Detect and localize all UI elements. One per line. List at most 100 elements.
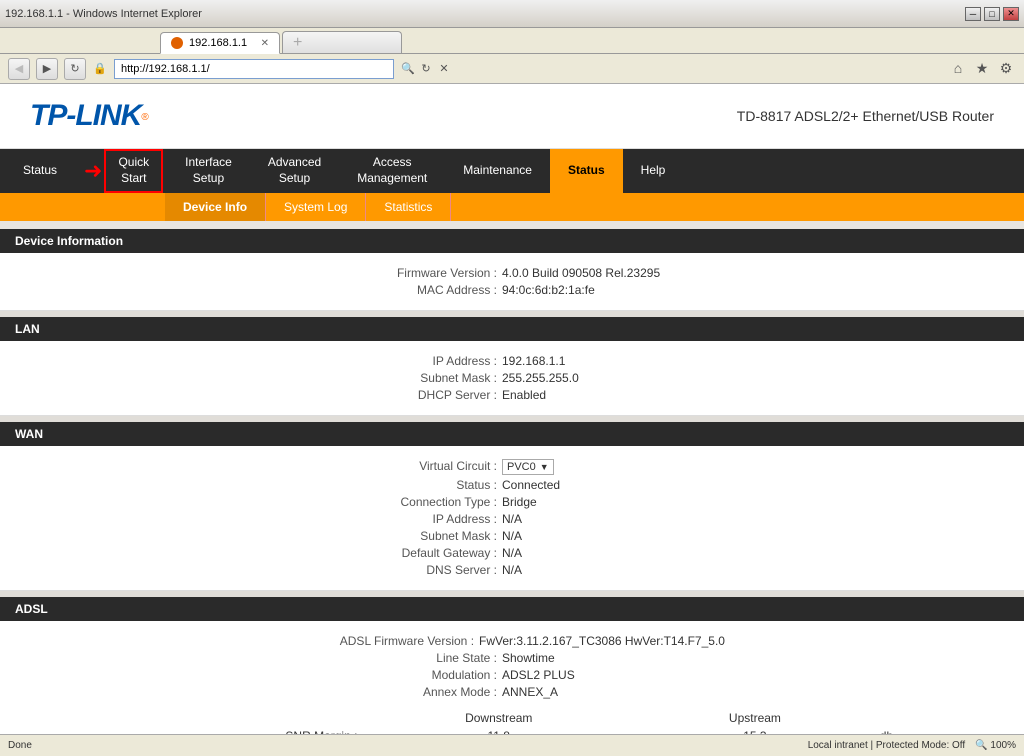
wan-subnet-label: Subnet Mask : bbox=[322, 529, 502, 543]
refresh-button[interactable]: ↻ bbox=[64, 58, 86, 80]
lan-subnet-label: Subnet Mask : bbox=[322, 371, 502, 385]
content-wrapper: Device Information Firmware Version : 4.… bbox=[0, 221, 1024, 734]
wan-conntype-label: Connection Type : bbox=[322, 495, 502, 509]
new-tab-label: + bbox=[293, 34, 302, 52]
snr-label: SNR Margin : bbox=[20, 727, 362, 734]
wan-vc-value: PVC0 ▼ bbox=[502, 459, 702, 475]
sub-nav-system-log[interactable]: System Log bbox=[266, 193, 366, 221]
nav-interface-setup[interactable]: InterfaceSetup bbox=[167, 149, 250, 193]
status-text: Done bbox=[8, 740, 32, 751]
page-content: TP-LINK® TD-8817 ADSL2/2+ Ethernet/USB R… bbox=[0, 84, 1024, 734]
device-info-header: Device Information bbox=[0, 229, 1024, 253]
nav-access-management[interactable]: AccessManagement bbox=[339, 149, 445, 193]
mac-row: MAC Address : 94:0c:6d:b2:1a:fe bbox=[20, 283, 1004, 297]
refresh-icon[interactable]: ↻ bbox=[418, 62, 434, 75]
favorites-icon[interactable]: ★ bbox=[972, 60, 992, 77]
lan-dhcp-value: Enabled bbox=[502, 388, 702, 402]
nav-advanced-setup[interactable]: AdvancedSetup bbox=[250, 149, 339, 193]
nav-status-active[interactable]: Status bbox=[550, 149, 623, 193]
logo-text: TP-LINK bbox=[30, 99, 141, 132]
adsl-header: ADSL bbox=[0, 597, 1024, 621]
zoom-text: 🔍 100% bbox=[975, 740, 1016, 751]
adsl-linestate-value: Showtime bbox=[502, 651, 702, 665]
tab-bar: 192.168.1.1 ✕ + bbox=[0, 28, 1024, 54]
wan-ip-label: IP Address : bbox=[322, 512, 502, 526]
back-button[interactable]: ◀ bbox=[8, 58, 30, 80]
tab-label: 192.168.1.1 bbox=[189, 37, 247, 49]
device-info-body: Firmware Version : 4.0.0 Build 090508 Re… bbox=[0, 253, 1024, 311]
adsl-stats-table: Downstream Upstream SNR Margin : 11.8 15… bbox=[20, 709, 1004, 734]
pvc-dropdown[interactable]: PVC0 ▼ bbox=[502, 459, 554, 475]
lan-dhcp-label: DHCP Server : bbox=[322, 388, 502, 402]
wan-status-row: Status : Connected bbox=[20, 478, 1004, 492]
adsl-firmware-row: ADSL Firmware Version : FwVer:3.11.2.167… bbox=[20, 634, 1004, 648]
adsl-modulation-value: ADSL2 PLUS bbox=[502, 668, 702, 682]
adsl-annex-label: Annex Mode : bbox=[322, 685, 502, 699]
forward-button[interactable]: ▶ bbox=[36, 58, 58, 80]
nav-bar: Status ➜ QuickStart InterfaceSetup Advan… bbox=[0, 149, 1024, 193]
wan-conntype-row: Connection Type : Bridge bbox=[20, 495, 1004, 509]
browser-tab-new[interactable]: + bbox=[282, 31, 402, 53]
window-controls: ─ □ ✕ bbox=[965, 7, 1019, 21]
wan-status-value: Connected bbox=[502, 478, 702, 492]
snr-downstream: 11.8 bbox=[362, 727, 635, 734]
wan-dns-row: DNS Server : N/A bbox=[20, 563, 1004, 577]
device-title: TD-8817 ADSL2/2+ Ethernet/USB Router bbox=[737, 108, 994, 124]
address-input[interactable] bbox=[114, 59, 394, 79]
wan-body: Virtual Circuit : PVC0 ▼ Status : Connec… bbox=[0, 446, 1024, 591]
toolbar-right: ⌂ ★ ⚙ bbox=[948, 60, 1016, 77]
wan-status-label: Status : bbox=[322, 478, 502, 492]
browser-status-bar: Done Local intranet | Protected Mode: Of… bbox=[0, 734, 1024, 756]
adsl-linestate-label: Line State : bbox=[322, 651, 502, 665]
address-bar: ◀ ▶ ↻ 🔒 🔍 ↻ ✕ ⌂ ★ ⚙ bbox=[0, 54, 1024, 84]
table-header-upstream: Upstream bbox=[635, 709, 875, 727]
tools-icon[interactable]: ⚙ bbox=[996, 60, 1016, 77]
firmware-value: 4.0.0 Build 090508 Rel.23295 bbox=[502, 266, 702, 280]
nav-maintenance[interactable]: Maintenance bbox=[445, 149, 550, 193]
mac-label: MAC Address : bbox=[322, 283, 502, 297]
wan-vc-label: Virtual Circuit : bbox=[322, 459, 502, 475]
snr-unit: db bbox=[875, 727, 1004, 734]
stop-icon[interactable]: ✕ bbox=[436, 62, 452, 75]
quick-start-button[interactable]: QuickStart bbox=[104, 149, 163, 192]
search-icon[interactable]: 🔍 bbox=[400, 62, 416, 75]
adsl-annex-row: Annex Mode : ANNEX_A bbox=[20, 685, 1004, 699]
adsl-section: ADSL ADSL Firmware Version : FwVer:3.11.… bbox=[0, 597, 1024, 734]
wan-ip-value: N/A bbox=[502, 512, 702, 526]
close-button[interactable]: ✕ bbox=[1003, 7, 1019, 21]
tab-favicon bbox=[171, 37, 183, 49]
adsl-firmware-value: FwVer:3.11.2.167_TC3086 HwVer:T14.F7_5.0 bbox=[479, 634, 725, 648]
sub-nav-statistics[interactable]: Statistics bbox=[366, 193, 451, 221]
mac-value: 94:0c:6d:b2:1a:fe bbox=[502, 283, 702, 297]
tab-close-button[interactable]: ✕ bbox=[261, 38, 269, 49]
sub-nav: Device Info System Log Statistics bbox=[0, 193, 1024, 221]
nav-help[interactable]: Help bbox=[623, 149, 684, 193]
wan-subnet-row: Subnet Mask : N/A bbox=[20, 529, 1004, 543]
window-title: 192.168.1.1 - Windows Internet Explorer bbox=[5, 8, 202, 20]
lan-subnet-value: 255.255.255.0 bbox=[502, 371, 702, 385]
lan-dhcp-row: DHCP Server : Enabled bbox=[20, 388, 1004, 402]
nav-status-left[interactable]: Status bbox=[0, 149, 80, 193]
nav-icons: 🔍 ↻ ✕ bbox=[400, 62, 452, 75]
wan-vc-row: Virtual Circuit : PVC0 ▼ bbox=[20, 459, 1004, 475]
tp-header: TP-LINK® TD-8817 ADSL2/2+ Ethernet/USB R… bbox=[0, 84, 1024, 149]
firmware-label: Firmware Version : bbox=[322, 266, 502, 280]
address-icons: 🔒 bbox=[92, 62, 108, 75]
home-icon[interactable]: ⌂ bbox=[948, 60, 968, 77]
sub-nav-device-info[interactable]: Device Info bbox=[165, 193, 266, 221]
browser-tab-active[interactable]: 192.168.1.1 ✕ bbox=[160, 32, 280, 54]
quick-start-container: ➜ QuickStart bbox=[80, 149, 167, 193]
wan-dns-label: DNS Server : bbox=[322, 563, 502, 577]
lan-body: IP Address : 192.168.1.1 Subnet Mask : 2… bbox=[0, 341, 1024, 416]
minimize-button[interactable]: ─ bbox=[965, 7, 981, 21]
adsl-firmware-label: ADSL Firmware Version : bbox=[299, 634, 479, 648]
dropdown-arrow-icon: ▼ bbox=[540, 462, 549, 472]
maximize-button[interactable]: □ bbox=[984, 7, 1000, 21]
wan-ip-row: IP Address : N/A bbox=[20, 512, 1004, 526]
wan-subnet-value: N/A bbox=[502, 529, 702, 543]
lan-ip-row: IP Address : 192.168.1.1 bbox=[20, 354, 1004, 368]
wan-dns-value: N/A bbox=[502, 563, 702, 577]
firmware-row: Firmware Version : 4.0.0 Build 090508 Re… bbox=[20, 266, 1004, 280]
tp-logo: TP-LINK® bbox=[30, 99, 149, 133]
adsl-body: ADSL Firmware Version : FwVer:3.11.2.167… bbox=[0, 621, 1024, 734]
